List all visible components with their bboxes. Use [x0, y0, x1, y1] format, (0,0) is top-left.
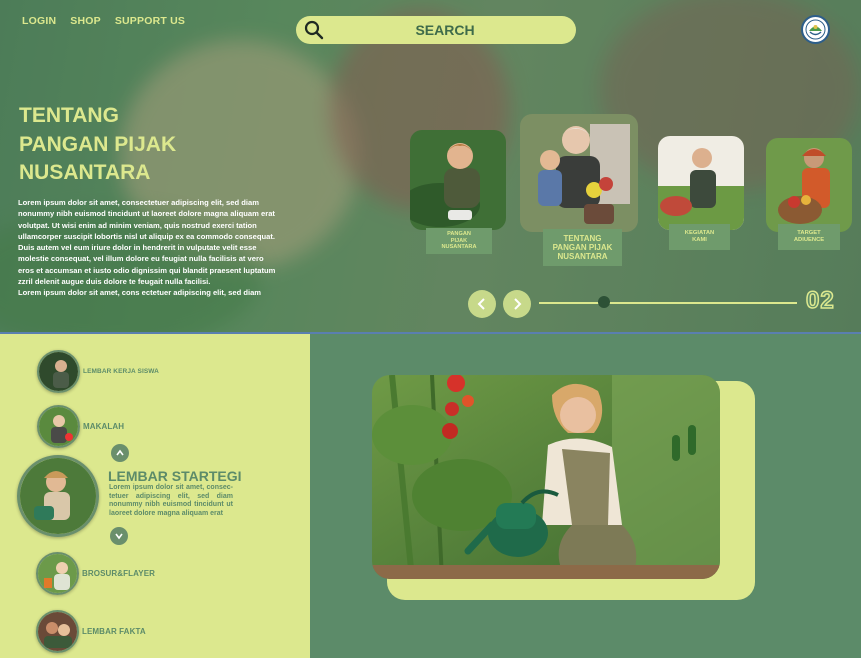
- carousel-card-kegiatan[interactable]: [658, 136, 744, 230]
- card-label-line: ADIUENCE: [793, 237, 825, 243]
- logo-emblem[interactable]: [801, 15, 830, 44]
- hero-title-line: NUSANTARA: [19, 161, 151, 184]
- search-label[interactable]: SEARCH: [296, 22, 576, 38]
- chevron-up-icon: [116, 449, 124, 456]
- featured-photo-image: [372, 375, 720, 579]
- featured-photo: [372, 375, 720, 579]
- sidebar-item-label: MAKALAH: [83, 422, 125, 431]
- sidebar-thumbnail: [37, 350, 80, 393]
- card-photo: [766, 138, 852, 232]
- card-label-line: TARGET: [797, 230, 821, 237]
- sidebar-item-label: BROSUR&FLAYER: [82, 569, 156, 578]
- card-label-line: KEGIATAN: [684, 230, 715, 237]
- hero-description: Lorem ipsum dolor sit amet, consectetuer…: [18, 197, 310, 299]
- hero-body-line: nonummy nibh euismod tincidunt ut laoree…: [18, 209, 275, 219]
- sidebar-item-makalah[interactable]: MAKALAH: [37, 405, 124, 448]
- carousel-page-number: 02: [805, 286, 835, 315]
- chevron-left-icon: [477, 298, 485, 310]
- sidebar-item-brosur-flayer[interactable]: BROSUR&FLAYER: [36, 552, 155, 595]
- carousel-card-pangan-pijak[interactable]: [410, 130, 506, 230]
- top-nav: LOGIN SHOP SUPPORT US: [22, 15, 185, 27]
- hero-title-line: TENTANG: [19, 104, 119, 127]
- hero-body-line: Lorem ipsum dolor sit amet, consectetuer…: [18, 198, 259, 207]
- carousel-card-label[interactable]: KEGIATAN KAMI: [669, 224, 730, 250]
- card-label-line: TENTANG: [563, 233, 602, 243]
- card-photo: [658, 136, 744, 230]
- nav-login[interactable]: LOGIN: [22, 15, 56, 27]
- sidebar-item-lembar-fakta[interactable]: LEMBAR FAKTA: [36, 610, 146, 653]
- sidebar-item-lembar-kerja-siswa[interactable]: LEMBAR KERJA SISWA: [37, 350, 159, 393]
- carousel-progress-track[interactable]: [539, 302, 797, 304]
- active-item-description: Lorem ipsum dolor sit amet, consec-tetue…: [109, 484, 233, 517]
- hero-body-line: volutpat. Ut wisi enim ad minim veniam, …: [18, 220, 257, 230]
- hero-body-line: eros et accumsan et iusto odio dignissim…: [18, 265, 276, 275]
- sidebar-thumbnail: [36, 610, 79, 653]
- card-photo: [410, 130, 506, 230]
- search-bar[interactable]: SEARCH: [296, 16, 576, 44]
- card-label-line: NUSANTARA: [557, 252, 608, 262]
- sidebar-scroll-up-button[interactable]: [111, 444, 129, 462]
- hero-title-line: PANGAN PIJAK: [19, 132, 177, 156]
- active-item-title[interactable]: LEMBAR STARTEGI: [108, 468, 242, 484]
- carousel-prev-button[interactable]: [468, 290, 496, 318]
- card-label-line: PANGAN PIJAK: [552, 242, 613, 252]
- search-icon[interactable]: [304, 20, 324, 40]
- logo-icon: [805, 19, 826, 40]
- sidebar-thumbnail-active: [17, 455, 99, 537]
- sidebar-item-label: LEMBAR KERJA SISWA: [83, 368, 159, 375]
- nav-support-us[interactable]: SUPPORT US: [115, 15, 185, 27]
- hero-body-line: Duis autem vel eum iriure dolor in hendr…: [18, 243, 257, 253]
- card-label-line: NUSANTARA: [441, 244, 477, 251]
- chevron-down-icon: [115, 533, 123, 540]
- sidebar-scroll-down-button[interactable]: [110, 527, 128, 545]
- carousel-card-label[interactable]: PANGAN PIJAK NUSANTARA: [426, 228, 492, 254]
- sidebar-item-lembar-strategi[interactable]: [17, 455, 99, 537]
- card-photo: [520, 114, 638, 232]
- carousel-progress-handle[interactable]: [597, 296, 610, 308]
- card-label-line: KAMI: [692, 237, 707, 243]
- hero-body-line: ullamcorper suscipit lobortis nisl ut al…: [18, 231, 275, 241]
- carousel-card-label[interactable]: TENTANG PANGAN PIJAK NUSANTARA: [543, 229, 622, 266]
- sidebar-thumbnail: [36, 552, 79, 595]
- hero-body-line: zzril delenit augue duis dolore te feuga…: [18, 277, 211, 287]
- nav-shop[interactable]: SHOP: [70, 15, 101, 27]
- hero-body-line: Lorem ipsum dolor sit amet, cons ectetue…: [18, 288, 262, 298]
- carousel-next-button[interactable]: [503, 290, 531, 318]
- carousel-card-label[interactable]: TARGET ADIUENCE: [778, 224, 840, 250]
- sidebar-thumbnail: [37, 405, 80, 448]
- carousel-card-target[interactable]: [766, 138, 852, 232]
- hero-title: TENTANG PANGAN PIJAK NUSANTARA: [19, 102, 279, 188]
- chevron-right-icon: [514, 298, 522, 310]
- hero-body-line: molestie consequat, vel illum dolore eu …: [18, 254, 264, 264]
- sidebar-item-label: LEMBAR FAKTA: [82, 627, 146, 636]
- carousel-card-tentang[interactable]: [520, 114, 638, 232]
